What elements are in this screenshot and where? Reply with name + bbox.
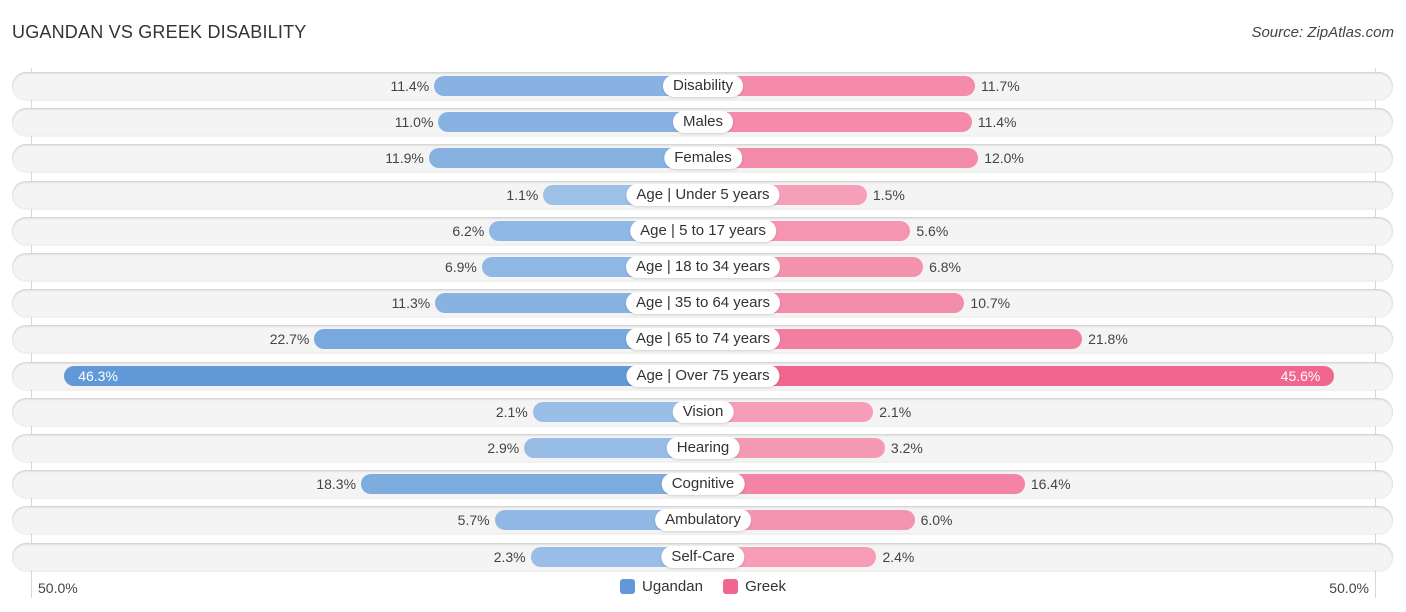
value-label-greek-age-5-to-17-years: 5.6% bbox=[916, 222, 949, 239]
bar-greek-age-over-75-years[interactable] bbox=[703, 365, 1335, 386]
value-label-ugandan-age-35-to-64-years: 11.3% bbox=[391, 295, 431, 312]
bar-ugandan-cognitive[interactable] bbox=[361, 474, 703, 495]
category-label-males: Males bbox=[672, 111, 734, 134]
value-label-ugandan-age-under-5-years: 1.1% bbox=[506, 186, 539, 203]
value-label-greek-age-under-5-years: 1.5% bbox=[872, 186, 905, 203]
legend-swatch-greek bbox=[723, 579, 739, 594]
category-label-disability: Disability bbox=[662, 75, 744, 97]
value-label-greek-self-care: 2.4% bbox=[882, 548, 915, 565]
value-label-greek-age-65-to-74-years: 21.8% bbox=[1088, 331, 1128, 348]
bar-ugandan-age-over-75-years[interactable] bbox=[64, 365, 703, 386]
value-label-ugandan-self-care: 2.3% bbox=[493, 548, 526, 565]
legend-swatch-ugandan bbox=[620, 579, 636, 594]
bar-greek-disability[interactable] bbox=[703, 76, 976, 96]
bar-greek-females[interactable] bbox=[703, 148, 979, 169]
category-label-age-5-to-17-years: Age | 5 to 17 years bbox=[630, 219, 776, 242]
value-label-greek-males: 11.4% bbox=[977, 114, 1017, 131]
value-label-ugandan-age-18-to-34-years: 6.9% bbox=[444, 259, 477, 275]
value-label-ugandan-hearing: 2.9% bbox=[487, 440, 520, 456]
category-label-vision: Vision bbox=[672, 400, 734, 423]
value-label-ugandan-ambulatory: 5.7% bbox=[457, 512, 490, 529]
value-label-greek-hearing: 3.2% bbox=[890, 440, 923, 456]
bar-ugandan-females[interactable] bbox=[428, 148, 703, 169]
bar-greek-males[interactable] bbox=[703, 112, 972, 133]
value-label-ugandan-age-65-to-74-years: 22.7% bbox=[269, 331, 310, 348]
category-label-ambulatory: Ambulatory bbox=[655, 509, 751, 532]
bar-ugandan-males[interactable] bbox=[438, 112, 703, 133]
value-label-greek-cognitive: 16.4% bbox=[1030, 476, 1071, 493]
legend-label-greek: Greek bbox=[745, 578, 786, 595]
legend-item-greek[interactable]: Greek bbox=[723, 578, 786, 595]
category-label-age-over-75-years: Age | Over 75 years bbox=[626, 364, 780, 387]
legend-item-ugandan[interactable]: Ugandan bbox=[620, 578, 703, 595]
legend-label-ugandan: Ugandan bbox=[642, 578, 703, 595]
value-label-ugandan-age-over-75-years: 46.3% bbox=[78, 367, 118, 384]
category-label-age-under-5-years: Age | Under 5 years bbox=[626, 183, 780, 206]
value-label-greek-age-18-to-34-years: 6.8% bbox=[929, 259, 961, 275]
value-label-ugandan-disability: 11.4% bbox=[390, 78, 430, 94]
legend: Ugandan Greek bbox=[0, 578, 1406, 598]
value-label-greek-ambulatory: 6.0% bbox=[920, 512, 953, 529]
category-label-self-care: Self-Care bbox=[661, 545, 745, 568]
value-label-greek-females: 12.0% bbox=[984, 150, 1024, 167]
value-label-ugandan-age-5-to-17-years: 6.2% bbox=[452, 222, 485, 239]
value-label-ugandan-males: 11.0% bbox=[394, 114, 434, 131]
category-label-cognitive: Cognitive bbox=[661, 473, 745, 496]
value-label-greek-disability: 11.7% bbox=[981, 78, 1020, 94]
value-label-greek-age-over-75-years: 45.6% bbox=[1280, 367, 1321, 384]
value-label-ugandan-cognitive: 18.3% bbox=[316, 476, 357, 493]
value-label-ugandan-females: 11.9% bbox=[385, 150, 424, 167]
category-label-age-65-to-74-years: Age | 65 to 74 years bbox=[626, 328, 780, 351]
value-label-greek-age-35-to-64-years: 10.7% bbox=[970, 295, 1011, 312]
category-label-age-18-to-34-years: Age | 18 to 34 years bbox=[626, 256, 780, 278]
category-label-females: Females bbox=[664, 147, 742, 170]
chart-rows: 11.4% 11.7% Disability 11.0% 11.4% Males 11.9%… bbox=[0, 0, 1406, 612]
bar-greek-cognitive[interactable] bbox=[703, 474, 1025, 495]
value-label-greek-vision: 2.1% bbox=[879, 403, 912, 420]
value-label-ugandan-vision: 2.1% bbox=[495, 403, 528, 420]
category-label-hearing: Hearing bbox=[666, 437, 740, 459]
category-label-age-35-to-64-years: Age | 35 to 64 years bbox=[626, 292, 780, 315]
